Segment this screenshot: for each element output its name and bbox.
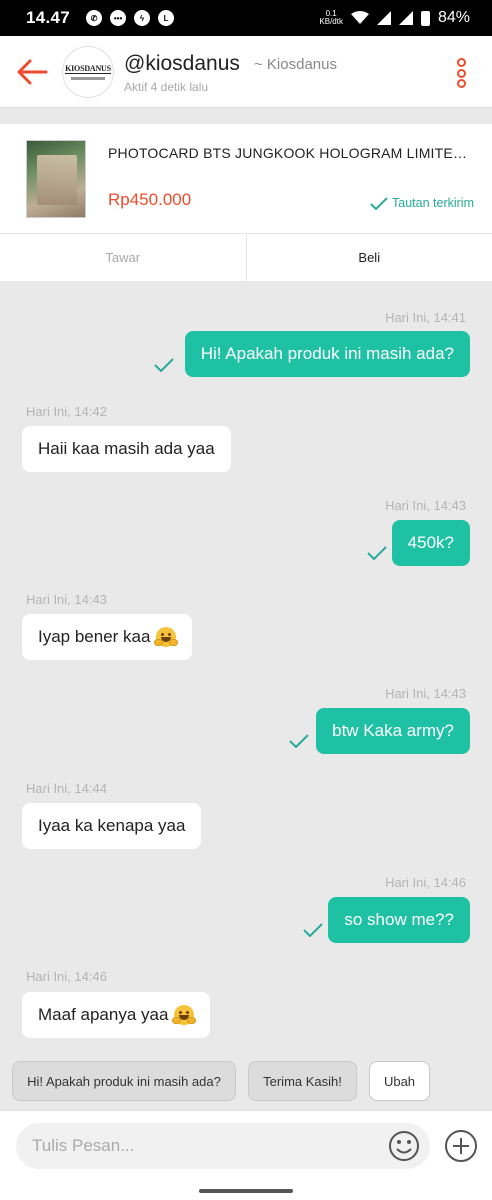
received-message-text: Maaf apanya yaa <box>38 1005 169 1024</box>
read-check-icon <box>289 734 309 748</box>
received-message[interactable]: Maaf apanya yaa <box>22 992 211 1038</box>
received-message[interactable]: Haii kaa masih ada yaa <box>22 426 231 472</box>
emoji-icon[interactable] <box>388 1130 420 1162</box>
sent-message[interactable]: so show me?? <box>328 897 470 943</box>
beli-button[interactable]: Beli <box>247 234 492 281</box>
shop-username[interactable]: @kiosdanus <box>124 52 240 76</box>
shop-logo-tagline <box>71 77 105 80</box>
sent-message[interactable]: btw Kaka army? <box>316 708 470 754</box>
message-timestamp: Hari Ini, 14:44 <box>26 781 107 796</box>
home-gesture-bar[interactable] <box>199 1189 293 1193</box>
sent-message[interactable]: Hi! Apakah produk ini masih ada? <box>184 331 470 377</box>
product-thumbnail[interactable] <box>26 140 86 218</box>
sent-message[interactable]: 450k? <box>391 520 470 566</box>
received-message[interactable]: Iyaa ka kenapa yaa <box>22 803 202 849</box>
messenger-icon: ϟ <box>134 10 151 26</box>
product-card[interactable]: PHOTOCARD BTS JUNGKOOK HOLOGRAM LIMITED.… <box>0 124 492 234</box>
wifi-icon <box>350 11 369 24</box>
add-attachment-icon[interactable] <box>444 1129 478 1163</box>
edit-quick-replies-button[interactable]: Ubah <box>369 1061 430 1101</box>
status-right: 0.1 KB/dtk 84% <box>319 9 470 27</box>
back-arrow-icon[interactable] <box>14 56 50 88</box>
tawar-button[interactable]: Tawar <box>0 234 247 281</box>
online-status: Aktif 4 detik lalu <box>124 80 209 94</box>
whatsapp-icon: ✆ <box>86 10 103 26</box>
link-sent-status: Tautan terkirim <box>370 196 474 210</box>
message-input-bar: Tulis Pesan... <box>0 1110 492 1200</box>
status-bar: 14.47 ✆ ••• ϟ L 0.1 KB/dtk 84% <box>0 0 492 36</box>
read-check-icon <box>303 923 323 937</box>
product-price: Rp450.000 <box>108 190 192 209</box>
message-timestamp: Hari Ini, 14:43 <box>385 498 466 513</box>
message-timestamp: Hari Ini, 14:46 <box>26 969 107 984</box>
network-speed: 0.1 KB/dtk <box>319 10 343 26</box>
message-timestamp: Hari Ini, 14:41 <box>385 310 466 325</box>
quick-reply-chip[interactable]: Terima Kasih! <box>248 1061 357 1101</box>
network-speed-unit: KB/dtk <box>319 17 343 26</box>
chat-header: KIOSDANUS @kiosdanus ~ Kiosdanus Aktif 4… <box>0 36 492 108</box>
hugging-face-emoji-icon <box>154 627 179 647</box>
checkmark-icon <box>370 196 388 210</box>
product-title: PHOTOCARD BTS JUNGKOOK HOLOGRAM LIMITED.… <box>108 145 468 161</box>
battery-icon <box>420 10 430 26</box>
read-check-icon <box>367 546 387 560</box>
status-time: 14.47 <box>26 8 71 27</box>
product-actions: Tawar Beli <box>0 234 492 282</box>
shop-logo-text: KIOSDANUS <box>65 64 111 74</box>
line-icon: L <box>158 10 175 26</box>
chat-bubble-icon: ••• <box>110 10 127 26</box>
shop-alias: ~ Kiosdanus <box>254 56 337 73</box>
battery-level: 84% <box>437 9 470 26</box>
shop-avatar[interactable]: KIOSDANUS <box>62 46 114 98</box>
signal-icon <box>376 11 391 25</box>
message-timestamp: Hari Ini, 14:42 <box>26 404 107 419</box>
quick-reply-chip[interactable]: Hi! Apakah produk ini masih ada? <box>12 1061 236 1101</box>
message-timestamp: Hari Ini, 14:43 <box>385 686 466 701</box>
message-timestamp: Hari Ini, 14:46 <box>385 875 466 890</box>
message-input[interactable]: Tulis Pesan... <box>16 1123 430 1169</box>
received-message-text: Iyap bener kaa <box>38 627 151 646</box>
message-input-placeholder: Tulis Pesan... <box>32 1136 135 1155</box>
link-sent-label: Tautan terkirim <box>392 196 474 210</box>
hugging-face-emoji-icon <box>172 1005 197 1025</box>
signal-icon-2 <box>398 11 413 25</box>
more-options-icon[interactable] <box>454 58 468 88</box>
notification-icons: ✆ ••• ϟ L <box>86 10 175 26</box>
read-check-icon <box>154 358 174 372</box>
message-timestamp: Hari Ini, 14:43 <box>26 592 107 607</box>
received-message[interactable]: Iyap bener kaa <box>22 614 193 660</box>
